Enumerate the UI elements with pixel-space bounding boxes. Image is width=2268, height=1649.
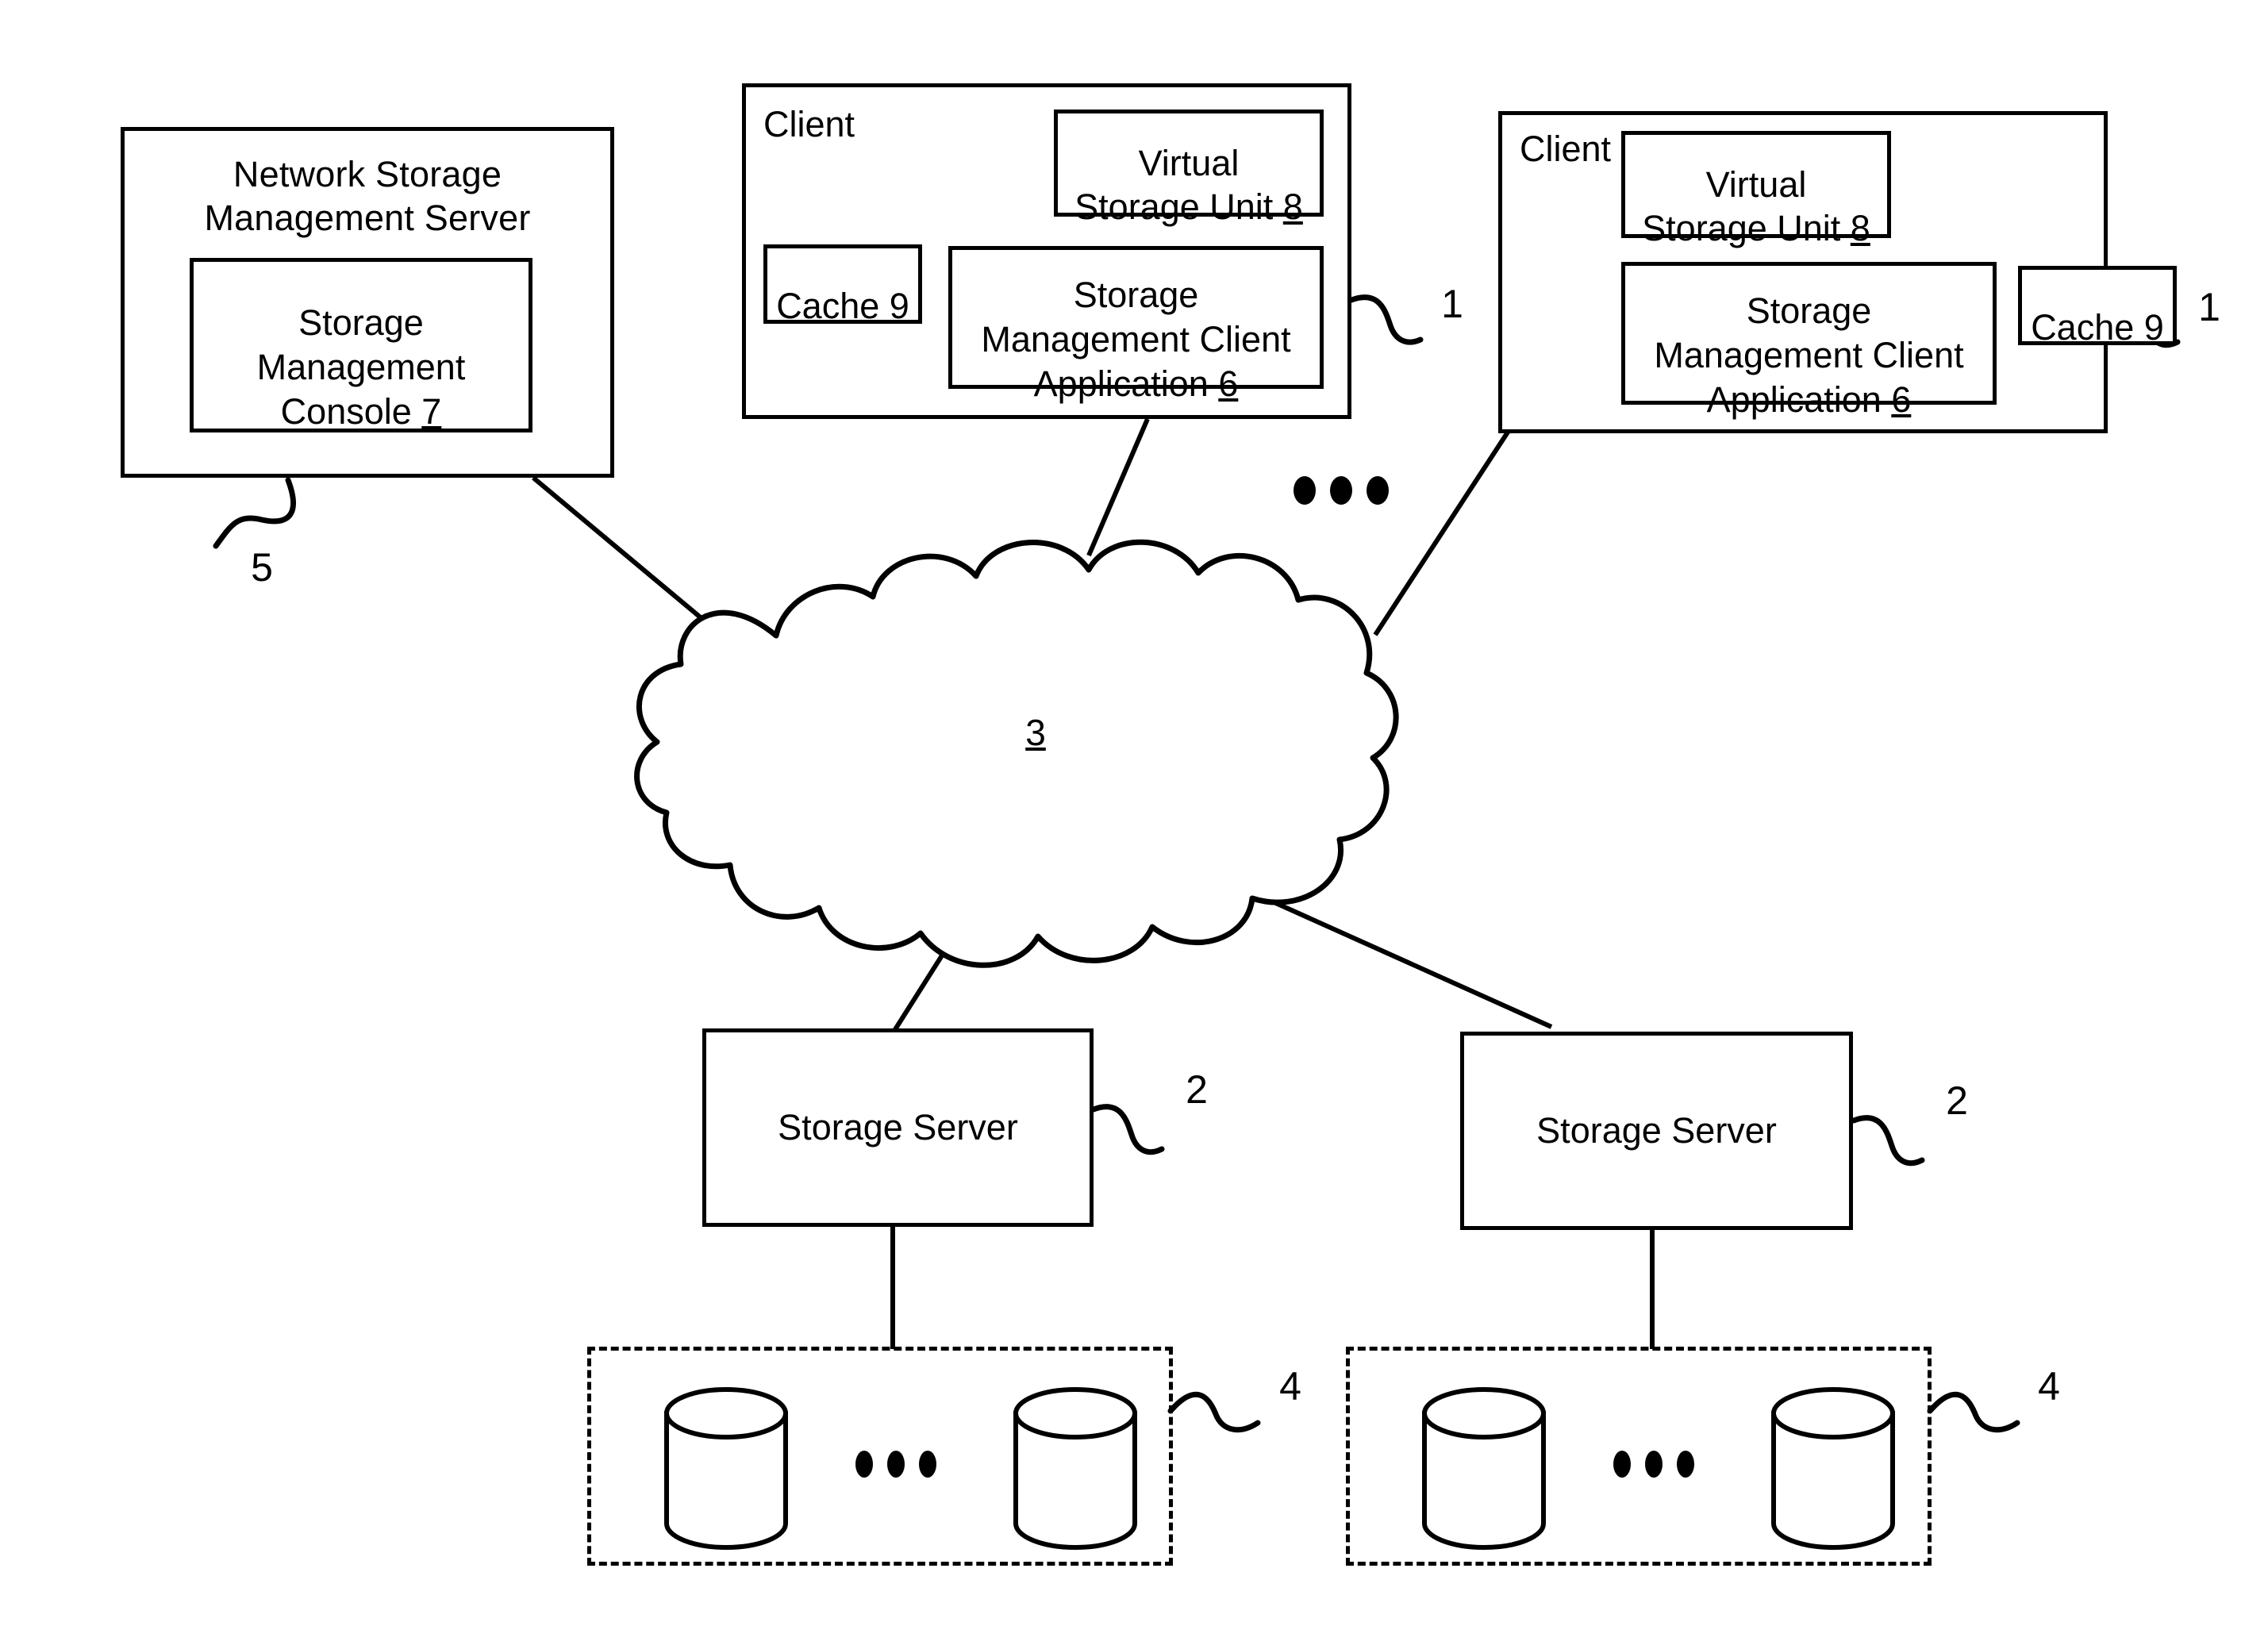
leader-line-4-array1 [1167, 1391, 1261, 1432]
ref-number-5: 5 [251, 545, 273, 590]
vsu-ref-number: 8 [1850, 208, 1870, 249]
vsu-ref-number: 8 [1282, 186, 1303, 228]
management-server-title: Network Storage Management Server [204, 154, 531, 238]
app-ref-number: 6 [1218, 363, 1239, 404]
app-ref-number: 6 [1891, 379, 1912, 420]
client-1-storage-management-client-application[interactable]: Storage Management Client Application 6 [948, 246, 1324, 404]
network-cloud-ref-number: 3 [1004, 714, 1067, 751]
connector-client2-to-cloud [1373, 427, 1513, 636]
ref-number-1-client2: 1 [2198, 285, 2220, 329]
ellipsis-dot [855, 1451, 873, 1478]
storage-management-console[interactable]: Storage Management Console 7 [190, 258, 532, 432]
client-1-cache[interactable]: Cache 9 [763, 244, 922, 326]
ref-number-1-client1: 1 [1441, 282, 1463, 326]
client-2-label: Client [1520, 129, 1612, 169]
connector-cloud-to-server2 [1246, 888, 1553, 1029]
client-1[interactable]: Client Virtual Storage Unit 8 Cache 9 St… [742, 83, 1351, 419]
leader-line-2-server2 [1851, 1115, 1925, 1167]
connector-server-to-cloud [532, 475, 728, 641]
storage-array-1-ellipsis [855, 1451, 936, 1478]
ellipsis-dot [1677, 1451, 1694, 1478]
client-2-app-label: Storage Management Client Application 6 [1649, 244, 1968, 421]
storage-server-1[interactable]: Storage Server [702, 1028, 1094, 1227]
client-2-virtual-storage-unit[interactable]: Virtual Storage Unit 8 [1621, 131, 1891, 248]
vsu-label-text: Virtual Storage Unit [1074, 142, 1274, 228]
cache-ref-number: 9 [2143, 307, 2164, 348]
ref-number-2-server1: 2 [1186, 1067, 1208, 1112]
ellipsis-dot [887, 1451, 905, 1478]
network-storage-management-server[interactable]: Network Storage Management Server Storag… [121, 127, 614, 478]
ellipsis-dot [1294, 476, 1316, 505]
client-2-cache-label: Cache 9 [2026, 261, 2169, 350]
storage-server-1-label: Storage Server [778, 1107, 1018, 1148]
cache-label-text: Cache [776, 286, 890, 326]
storage-server-2-label: Storage Server [1536, 1110, 1777, 1151]
leader-line-4-array2 [1927, 1391, 2020, 1432]
cache-label-text: Cache [2031, 307, 2144, 348]
vsu-label-text: Virtual Storage Unit [1642, 163, 1841, 249]
client-1-cache-label: Cache 9 [771, 240, 914, 329]
network-cloud-shape [634, 539, 1399, 968]
client-1-app-label: Storage Management Client Application 6 [976, 229, 1295, 406]
storage-server-2[interactable]: Storage Server [1460, 1032, 1853, 1230]
client-2-vsu-label: Virtual Storage Unit 8 [1637, 118, 1875, 251]
ellipsis-dot [919, 1451, 936, 1478]
client-1-vsu-label: Virtual Storage Unit 8 [1070, 97, 1308, 229]
figure-canvas: Network Storage Management Server Storag… [0, 0, 2268, 1649]
ellipsis-dot [1613, 1451, 1631, 1478]
connector-client1-to-cloud [1086, 417, 1150, 557]
storage-management-console-label: Storage Management Console 7 [252, 256, 471, 433]
client-2-storage-management-client-application[interactable]: Storage Management Client Application 6 [1621, 262, 1997, 420]
leader-line-5 [213, 477, 297, 549]
ellipsis-dot [1645, 1451, 1663, 1478]
client-2[interactable]: Client Virtual Storage Unit 8 Storage Ma… [1498, 111, 2177, 433]
cloud-ref-underlined: 3 [1025, 712, 1046, 753]
console-ref-number: 7 [421, 390, 442, 432]
storage-array-2-ellipsis [1613, 1451, 1694, 1478]
ellipsis-dot [1330, 476, 1352, 505]
ref-number-2-server2: 2 [1946, 1078, 1968, 1123]
cache-ref-number: 9 [889, 286, 909, 326]
ref-number-4-array2: 4 [2038, 1364, 2060, 1409]
ellipsis-dot [1367, 476, 1389, 505]
client-ellipsis [1294, 476, 1389, 505]
client-2-cache[interactable]: Cache 9 [2018, 266, 2177, 348]
client-1-label: Client [763, 104, 855, 144]
app-label-text: Storage Management Client Application [1654, 290, 1964, 420]
leader-line-1-client1 [1348, 294, 1424, 345]
leader-line-2-server1 [1090, 1104, 1165, 1155]
app-label-text: Storage Management Client Application [981, 275, 1291, 404]
client-1-virtual-storage-unit[interactable]: Virtual Storage Unit 8 [1054, 110, 1324, 227]
ref-number-4-array1: 4 [1279, 1364, 1301, 1409]
